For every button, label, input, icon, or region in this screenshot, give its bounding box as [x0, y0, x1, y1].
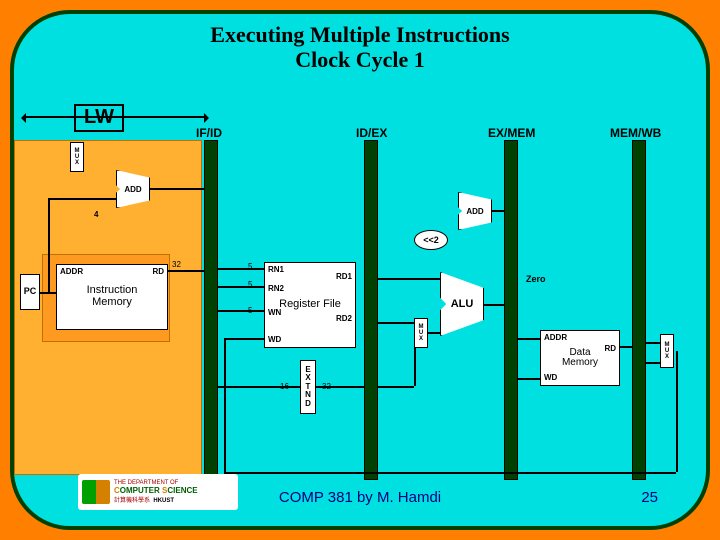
adder-branch: ADD	[458, 192, 492, 230]
pipe-reg-ifid-label: IF/ID	[196, 126, 222, 140]
pipe-reg-ifid	[204, 140, 218, 480]
shift-left-2: <<2	[414, 230, 448, 250]
pipe-reg-idex	[364, 140, 378, 480]
stage-span-label: LW	[74, 104, 124, 132]
alu: ALU	[440, 272, 484, 336]
pipe-reg-exmem-label: EX/MEM	[488, 126, 535, 140]
mux-pc: MUX	[70, 142, 84, 172]
instruction-memory: ADDR RD Instruction Memory	[56, 264, 168, 330]
register-file: RN1 RN2 WN WD RD1 RD2 Register File	[264, 262, 356, 348]
pipe-reg-idex-label: ID/EX	[356, 126, 387, 140]
bus-width-5b: 5	[248, 280, 252, 289]
sign-extend: E X T N D	[300, 360, 316, 414]
pipe-reg-exmem	[504, 140, 518, 480]
const-4: 4	[94, 210, 98, 219]
page-number: 25	[641, 489, 658, 506]
bus-width-rd32: 32	[172, 260, 181, 269]
pipeline-diagram: IF/ID ID/EX EX/MEM MEM/WB PC MUX ADD 4 A…	[14, 134, 710, 504]
pc-block: PC	[20, 274, 40, 310]
data-memory: ADDR RD WD Data Memory	[540, 330, 620, 386]
pipe-reg-memwb-label: MEM/WB	[610, 126, 661, 140]
page-title: Executing Multiple Instructions Clock Cy…	[14, 22, 706, 73]
zero-label: Zero	[526, 274, 546, 284]
footer-center: COMP 381 by M. Hamdi	[14, 489, 706, 506]
mux-alu-b: MUX	[414, 318, 428, 348]
mux-wb: MUX	[660, 334, 674, 368]
pipe-reg-memwb	[632, 140, 646, 480]
bus-width-5a: 5	[248, 262, 252, 271]
